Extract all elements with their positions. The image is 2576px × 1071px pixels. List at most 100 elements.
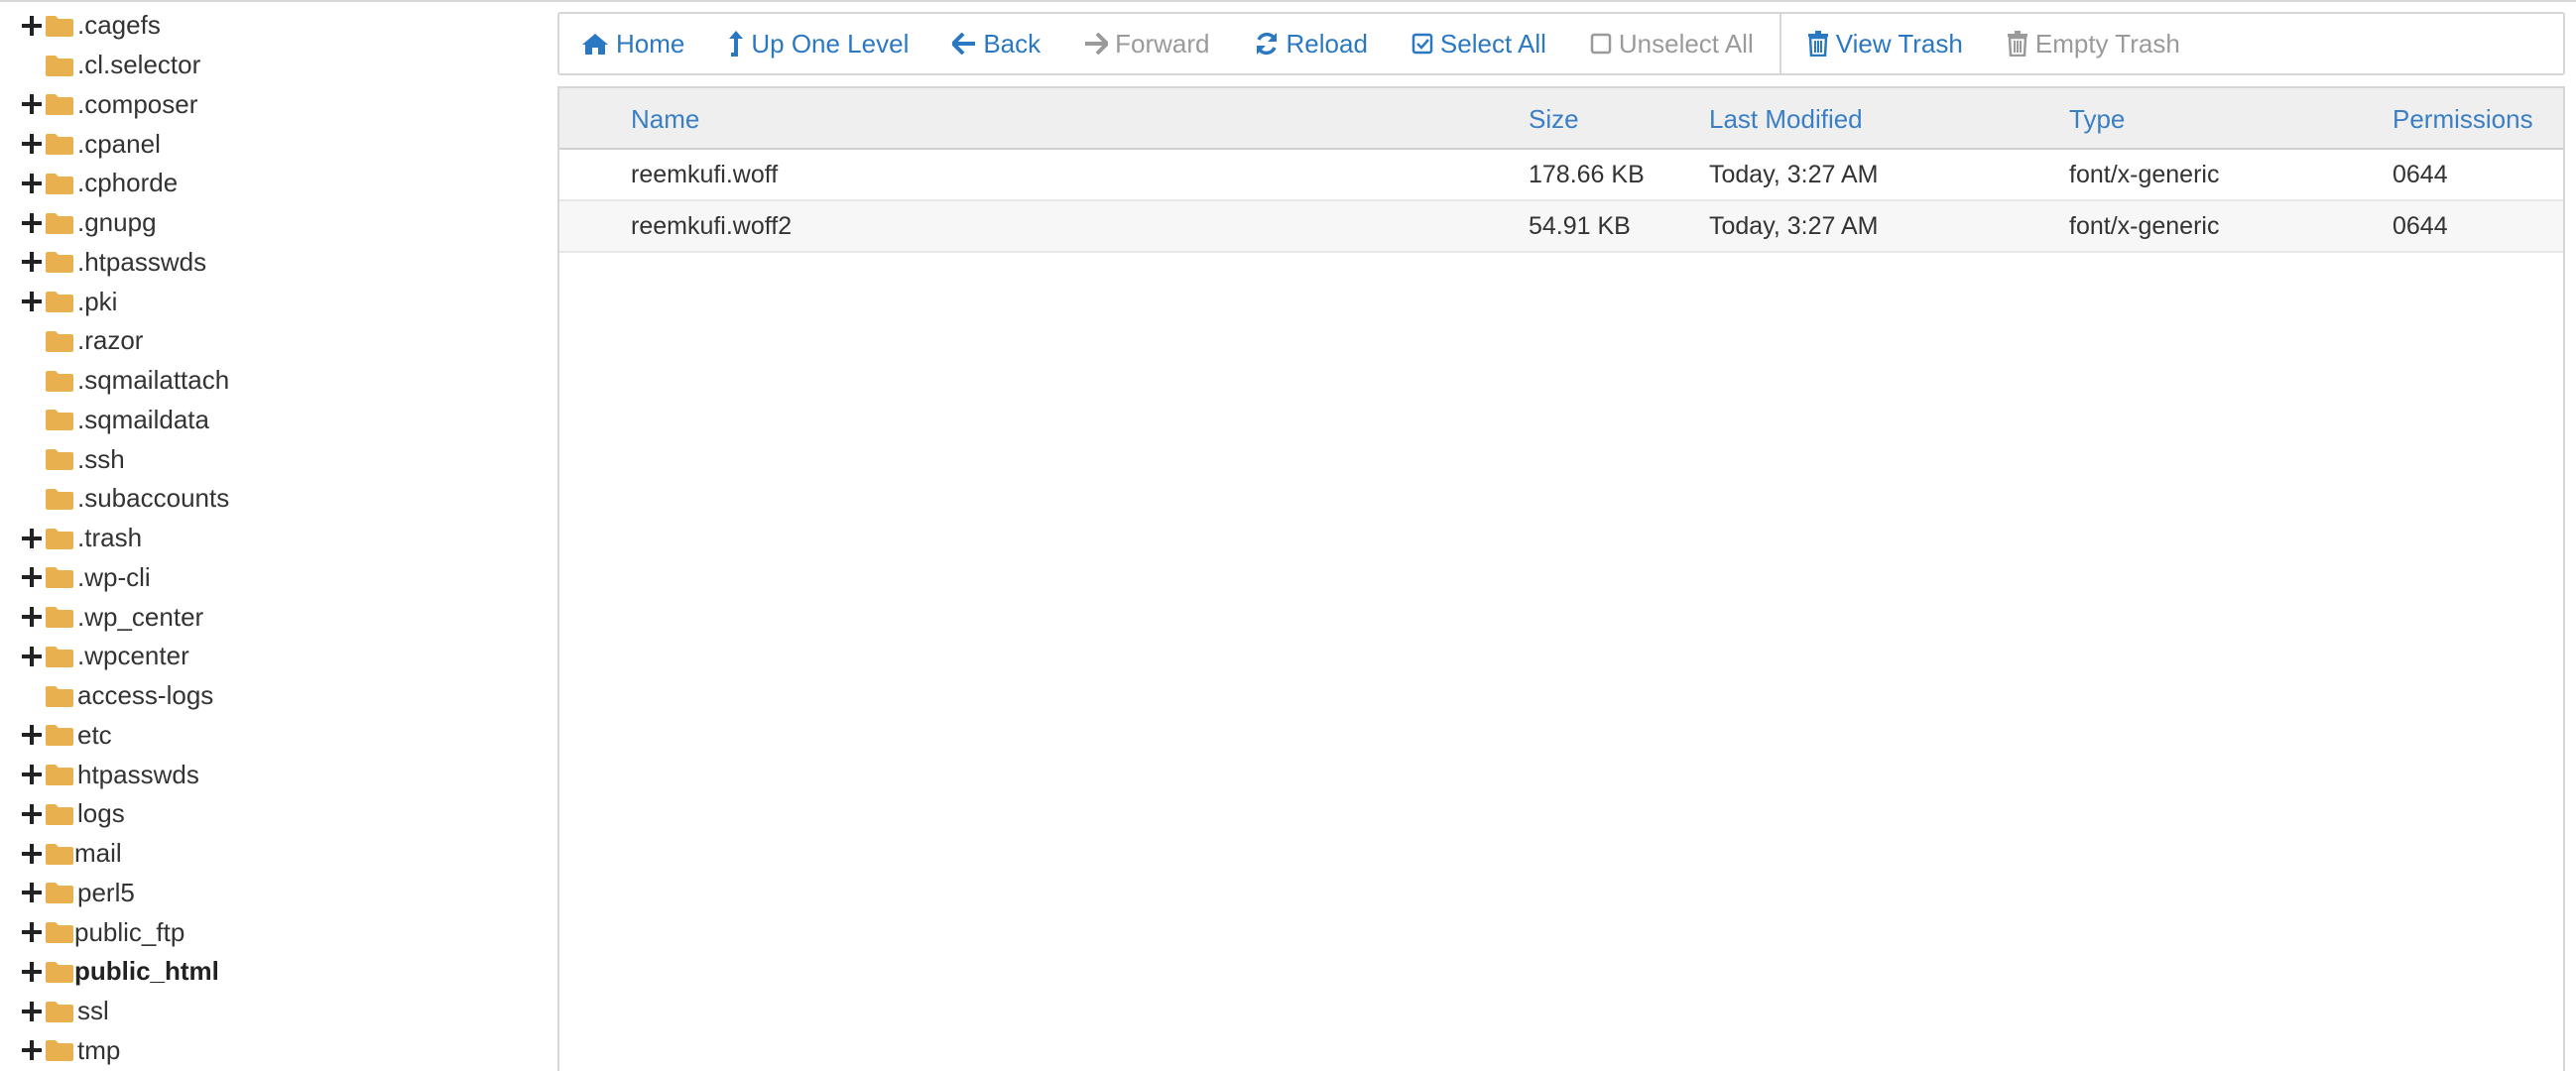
up-one-level-button[interactable]: Up One Level [706,14,930,73]
column-header-permissions[interactable]: Permissions [2392,88,2533,150]
tree-item[interactable]: logs [0,794,536,834]
tree-item[interactable]: public_ftp [0,912,536,952]
file-list: Name Size Last Modified Type Permissions… [557,86,2565,1071]
tree-item[interactable]: .razor [0,321,536,361]
tree-item[interactable]: ssl [0,992,536,1031]
column-header-type[interactable]: Type [2069,88,2125,150]
tree-item[interactable]: .composer [0,85,536,125]
tree-item[interactable]: .htpasswds [0,243,536,283]
table-row[interactable]: reemkufi.woff2 54.91 KB Today, 3:27 AM f… [559,201,2563,253]
tree-item[interactable]: perl5 [0,874,536,913]
plus-icon[interactable] [22,94,42,115]
plus-icon[interactable] [22,1040,42,1061]
empty-trash-button[interactable]: Empty Trash [1985,14,2202,73]
folder-icon [46,961,73,983]
file-last-modified: Today, 3:27 AM [1709,211,1879,240]
folder-tree: .cagefs .cl.selector .composer .cpanel .cpho… [0,2,536,1071]
unselect-all-label: Unselect All [1618,28,1754,59]
unselect-all-button[interactable]: Unselect All [1568,14,1776,73]
folder-icon [46,528,73,549]
tree-item[interactable]: .wpcenter [0,637,536,676]
file-permissions: 0644 [2392,160,2448,188]
tree-item[interactable]: .wp_center [0,597,536,637]
folder-icon [46,252,73,274]
file-permissions: 0644 [2392,211,2448,240]
tree-item-label: ssl [77,996,109,1026]
folder-icon [46,488,73,510]
folder-icon [46,843,73,865]
folder-icon [46,646,73,667]
tree-item[interactable]: .ssh [0,439,536,479]
home-label: Home [616,28,685,59]
tree-item-label: .composer [77,88,198,119]
plus-icon[interactable] [22,252,42,273]
checkbox-empty-icon [1590,33,1612,55]
home-button[interactable]: Home [559,14,706,73]
tree-item[interactable]: .gnupg [0,203,536,243]
tree-item-label: .gnupg [77,207,157,238]
plus-icon[interactable] [22,922,42,943]
plus-icon[interactable] [22,1001,42,1021]
back-button[interactable]: Back [930,14,1062,73]
reload-button[interactable]: Reload [1232,14,1390,73]
column-header-last-modified[interactable]: Last Modified [1709,88,1863,150]
file-type: font/x-generic [2069,211,2220,240]
plus-icon[interactable] [22,883,42,903]
table-row[interactable]: reemkufi.woff 178.66 KB Today, 3:27 AM f… [559,150,2563,201]
tree-item-label: .htpasswds [77,246,207,277]
tree-item[interactable]: tmp [0,1031,536,1071]
plus-icon[interactable] [22,528,42,548]
folder-icon [46,1001,73,1022]
tree-item[interactable]: .cpanel [0,124,536,164]
tree-item-label: htpasswds [77,759,199,789]
tree-item[interactable]: .trash [0,519,536,558]
plus-icon[interactable] [22,15,42,36]
file-manager: .cagefs .cl.selector .composer .cpanel .cpho… [0,0,2576,1071]
plus-icon[interactable] [22,765,42,785]
plus-icon[interactable] [22,173,42,193]
tree-item[interactable]: etc [0,716,536,756]
arrow-left-icon [952,33,976,55]
trash-icon [2007,31,2027,57]
tree-item[interactable]: .sqmailattach [0,361,536,401]
select-all-label: Select All [1439,28,1546,59]
tree-item[interactable]: .subaccounts [0,479,536,519]
folder-icon [46,94,73,116]
tree-item[interactable]: .sqmaildata [0,401,536,440]
view-trash-button[interactable]: View Trash [1785,14,1985,73]
column-header-name[interactable]: Name [631,88,699,150]
plus-icon[interactable] [22,803,42,824]
plus-icon[interactable] [22,567,42,588]
tree-item-label: .pki [77,286,118,316]
tree-item-label: mail [74,838,122,869]
plus-icon[interactable] [22,292,42,312]
select-all-button[interactable]: Select All [1390,14,1568,73]
file-size: 54.91 KB [1529,211,1631,240]
tree-item-label: .wp_center [77,601,204,632]
tree-item[interactable]: .cphorde [0,164,536,203]
tree-item[interactable]: .cl.selector [0,46,536,85]
plus-icon[interactable] [22,212,42,233]
checkbox-checked-icon [1411,33,1433,55]
plus-icon[interactable] [22,961,42,982]
forward-button[interactable]: Forward [1062,14,1231,73]
plus-icon[interactable] [22,607,42,628]
folder-icon [46,1040,73,1062]
tree-item[interactable]: access-logs [0,676,536,716]
tree-item[interactable]: .cagefs [0,6,536,46]
toolbar: Home Up One Level Back Forward Reload Se… [557,12,2565,75]
folder-icon [46,765,73,786]
tree-item[interactable]: mail [0,834,536,874]
tree-item[interactable]: public_html [0,952,536,992]
tree-item[interactable]: .pki [0,282,536,321]
plus-icon[interactable] [22,646,42,666]
tree-item-label: .trash [77,523,143,553]
plus-icon[interactable] [22,134,42,155]
tree-item[interactable]: htpasswds [0,755,536,794]
plus-icon[interactable] [22,843,42,864]
tree-item[interactable]: .wp-cli [0,558,536,598]
home-icon [582,34,608,55]
toolbar-divider [1779,14,1781,73]
column-header-size[interactable]: Size [1529,88,1579,150]
plus-icon[interactable] [22,725,42,746]
